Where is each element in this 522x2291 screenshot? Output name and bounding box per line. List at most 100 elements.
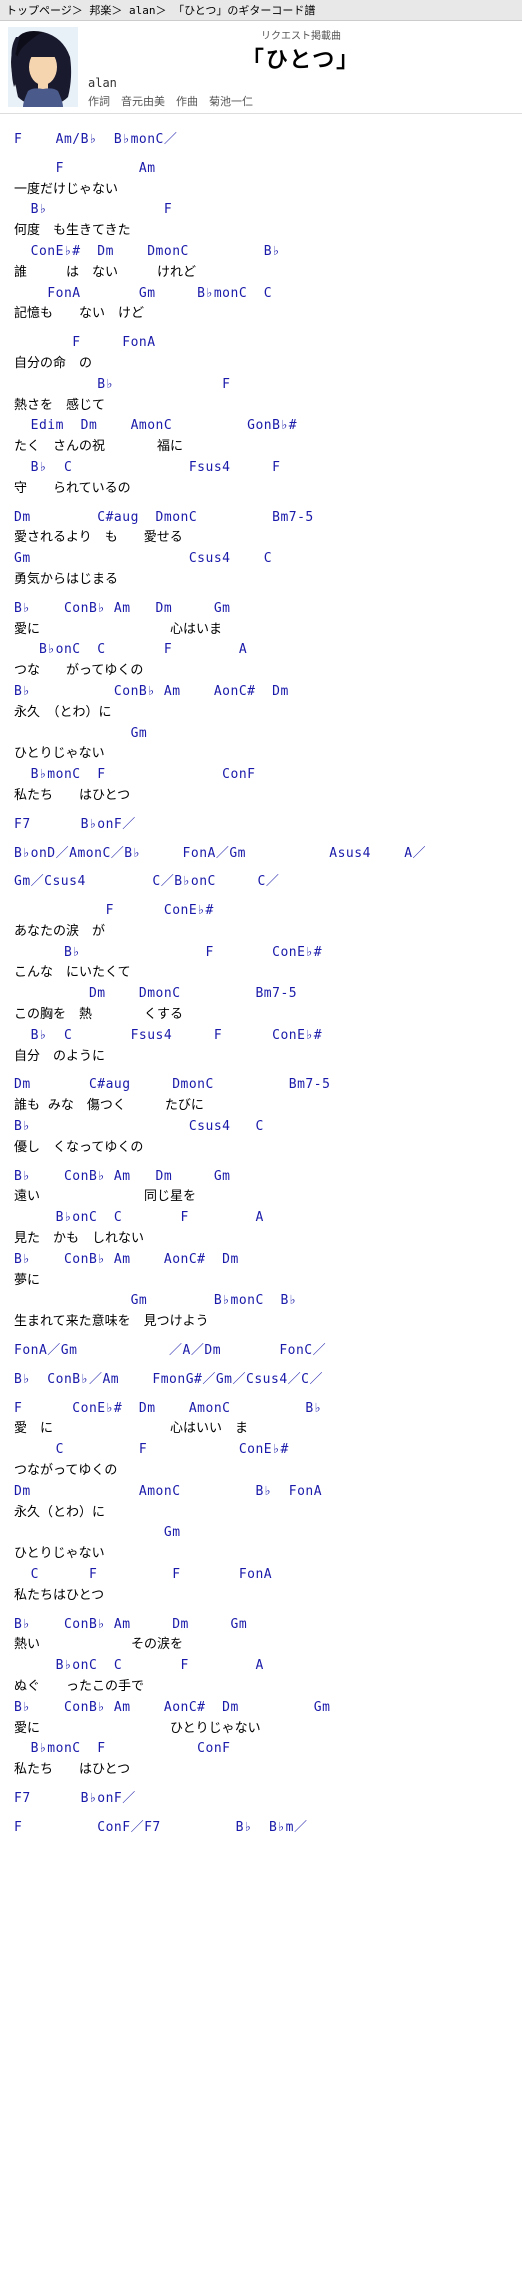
lyric-line: ぬぐ ったこの手で: [14, 1677, 508, 1698]
lyric-line: 何度 も生きてきた: [14, 221, 508, 242]
blank-line: [14, 500, 508, 508]
blank-line: [14, 122, 508, 130]
breadcrumb: トップページ＞ 邦楽＞ alan＞ 「ひとつ」のギターコード譜: [0, 0, 522, 21]
chord-line: F ConE♭# Dm AmonC B♭: [14, 1399, 508, 1420]
lyric-line: この胸を 熱 くする: [14, 1005, 508, 1026]
chord-line: B♭ ConB♭ Am Dm Gm: [14, 1615, 508, 1636]
lyric-line: 愛に ひとりじゃない: [14, 1719, 508, 1740]
chord-line: B♭ F ConE♭#: [14, 943, 508, 964]
lyric-line: 永久 （とわ）に: [14, 703, 508, 724]
lyric-line: 愛に 心はいま: [14, 620, 508, 641]
blank-line: [14, 151, 508, 159]
chord-line: B♭ ConB♭ Am AonC# Dm: [14, 682, 508, 703]
chord-line: Gm: [14, 724, 508, 745]
lyric-line: 遠い 同じ星を: [14, 1187, 508, 1208]
lyric-line: 夢に: [14, 1271, 508, 1292]
lyric-line: ひとりじゃない: [14, 744, 508, 765]
blank-line: [14, 864, 508, 872]
request-label: リクエスト掲載曲: [88, 27, 514, 42]
chord-line: F ConF／F7 B♭ B♭m／: [14, 1818, 508, 1839]
blank-line: [14, 1362, 508, 1370]
blank-line: [14, 1781, 508, 1789]
chord-line: B♭ ConB♭ Am AonC# Dm Gm: [14, 1698, 508, 1719]
blank-line: [14, 836, 508, 844]
artist-name: alan: [88, 76, 514, 90]
chord-line: Dm C#aug DmonC Bm7-5: [14, 508, 508, 529]
chord-line: B♭monC F ConF: [14, 765, 508, 786]
blank-line: [14, 893, 508, 901]
chord-line: Gm: [14, 1523, 508, 1544]
lyric-line: 愛されるより も 愛せる: [14, 528, 508, 549]
blank-line: [14, 807, 508, 815]
chord-line: B♭ C Fsus4 F: [14, 458, 508, 479]
chord-line: B♭ ConB♭ Am Dm Gm: [14, 1167, 508, 1188]
chord-line: B♭ C Fsus4 F ConE♭#: [14, 1026, 508, 1047]
header-image: [8, 27, 78, 107]
song-title: 「ひとつ」: [88, 42, 514, 74]
chord-line: F FonA: [14, 333, 508, 354]
lyric-line: 生まれて来た意味を 見つけよう: [14, 1312, 508, 1333]
lyric-line: 一度だけじゃない: [14, 180, 508, 201]
blank-line: [14, 1067, 508, 1075]
credits: 作詞 音元由美 作曲 菊池一仁: [88, 93, 514, 109]
lyric-line: 守 られているの: [14, 479, 508, 500]
chord-line: B♭onC C F A: [14, 640, 508, 661]
lyric-line: 熱い その涙を: [14, 1635, 508, 1656]
top-nav: トップページ＞ 邦楽＞ alan＞ 「ひとつ」のギターコード譜: [0, 0, 522, 21]
chord-line: C F ConE♭#: [14, 1440, 508, 1461]
chord-line: Gm Csus4 C: [14, 549, 508, 570]
chord-line: C F F FonA: [14, 1565, 508, 1586]
chord-sheet: F Am/B♭ B♭monC／ F Am一度だけじゃない B♭ F何度 も生きて…: [14, 122, 508, 1839]
lyric-line: 記憶も ない けど: [14, 304, 508, 325]
blank-line: [14, 1159, 508, 1167]
lyric-line: 誰 は ない けれど: [14, 263, 508, 284]
chord-line: B♭ F: [14, 375, 508, 396]
chord-line: Edim Dm AmonC GonB♭#: [14, 416, 508, 437]
lyric-line: 優し くなってゆくの: [14, 1138, 508, 1159]
chord-line: FonA／Gm ／A／Dm FonC／: [14, 1341, 508, 1362]
chord-line: B♭onC C F A: [14, 1656, 508, 1677]
lyric-line: たく さんの祝 福に: [14, 437, 508, 458]
chord-line: B♭ ConB♭／Am FmonG#／Gm／Csus4／C／: [14, 1370, 508, 1391]
blank-line: [14, 325, 508, 333]
chord-line: B♭ ConB♭ Am AonC# Dm: [14, 1250, 508, 1271]
lyric-line: 永久（とわ）に: [14, 1503, 508, 1524]
lyric-line: つながってゆくの: [14, 1461, 508, 1482]
lyric-line: 勇気からはじまる: [14, 570, 508, 591]
chord-line: F7 B♭onF／: [14, 815, 508, 836]
lyric-line: あなたの涙 が: [14, 922, 508, 943]
lyric-line: 私たち はひとつ: [14, 786, 508, 807]
blank-line: [14, 1391, 508, 1399]
blank-line: [14, 1607, 508, 1615]
lyric-line: 自分の命 の: [14, 354, 508, 375]
chord-line: B♭ ConB♭ Am Dm Gm: [14, 599, 508, 620]
blank-line: [14, 1333, 508, 1341]
lyric-line: 自分 のように: [14, 1047, 508, 1068]
chord-line: Dm DmonC Bm7-5: [14, 984, 508, 1005]
blank-line: [14, 1810, 508, 1818]
header-area: リクエスト掲載曲 「ひとつ」 alan 作詞 音元由美 作曲 菊池一仁: [0, 21, 522, 114]
blank-line: [14, 591, 508, 599]
lyric-line: ひとりじゃない: [14, 1544, 508, 1565]
chord-line: B♭ F: [14, 200, 508, 221]
lyric-line: 愛 に 心はいい ま: [14, 1419, 508, 1440]
chord-line: Gm B♭monC B♭: [14, 1291, 508, 1312]
chord-line: F Am: [14, 159, 508, 180]
lyric-line: 私たち はひとつ: [14, 1760, 508, 1781]
chord-line: Dm AmonC B♭ FonA: [14, 1482, 508, 1503]
chord-line: F Am/B♭ B♭monC／: [14, 130, 508, 151]
chord-line: Dm C#aug DmonC Bm7-5: [14, 1075, 508, 1096]
chord-line: B♭ Csus4 C: [14, 1117, 508, 1138]
lyric-line: 熱さを 感じて: [14, 396, 508, 417]
header-text: リクエスト掲載曲 「ひとつ」 alan 作詞 音元由美 作曲 菊池一仁: [88, 27, 514, 109]
lyric-line: 誰も みな 傷つく たびに: [14, 1096, 508, 1117]
chord-line: B♭onD／AmonC／B♭ FonA／Gm Asus4 A／: [14, 844, 508, 865]
content-area: F Am/B♭ B♭monC／ F Am一度だけじゃない B♭ F何度 も生きて…: [0, 114, 522, 1847]
chord-line: FonA Gm B♭monC C: [14, 284, 508, 305]
chord-line: ConE♭# Dm DmonC B♭: [14, 242, 508, 263]
lyric-line: 私たちはひとつ: [14, 1586, 508, 1607]
chord-line: F7 B♭onF／: [14, 1789, 508, 1810]
chord-line: F ConE♭#: [14, 901, 508, 922]
lyric-line: つな がってゆくの: [14, 661, 508, 682]
chord-line: B♭monC F ConF: [14, 1739, 508, 1760]
